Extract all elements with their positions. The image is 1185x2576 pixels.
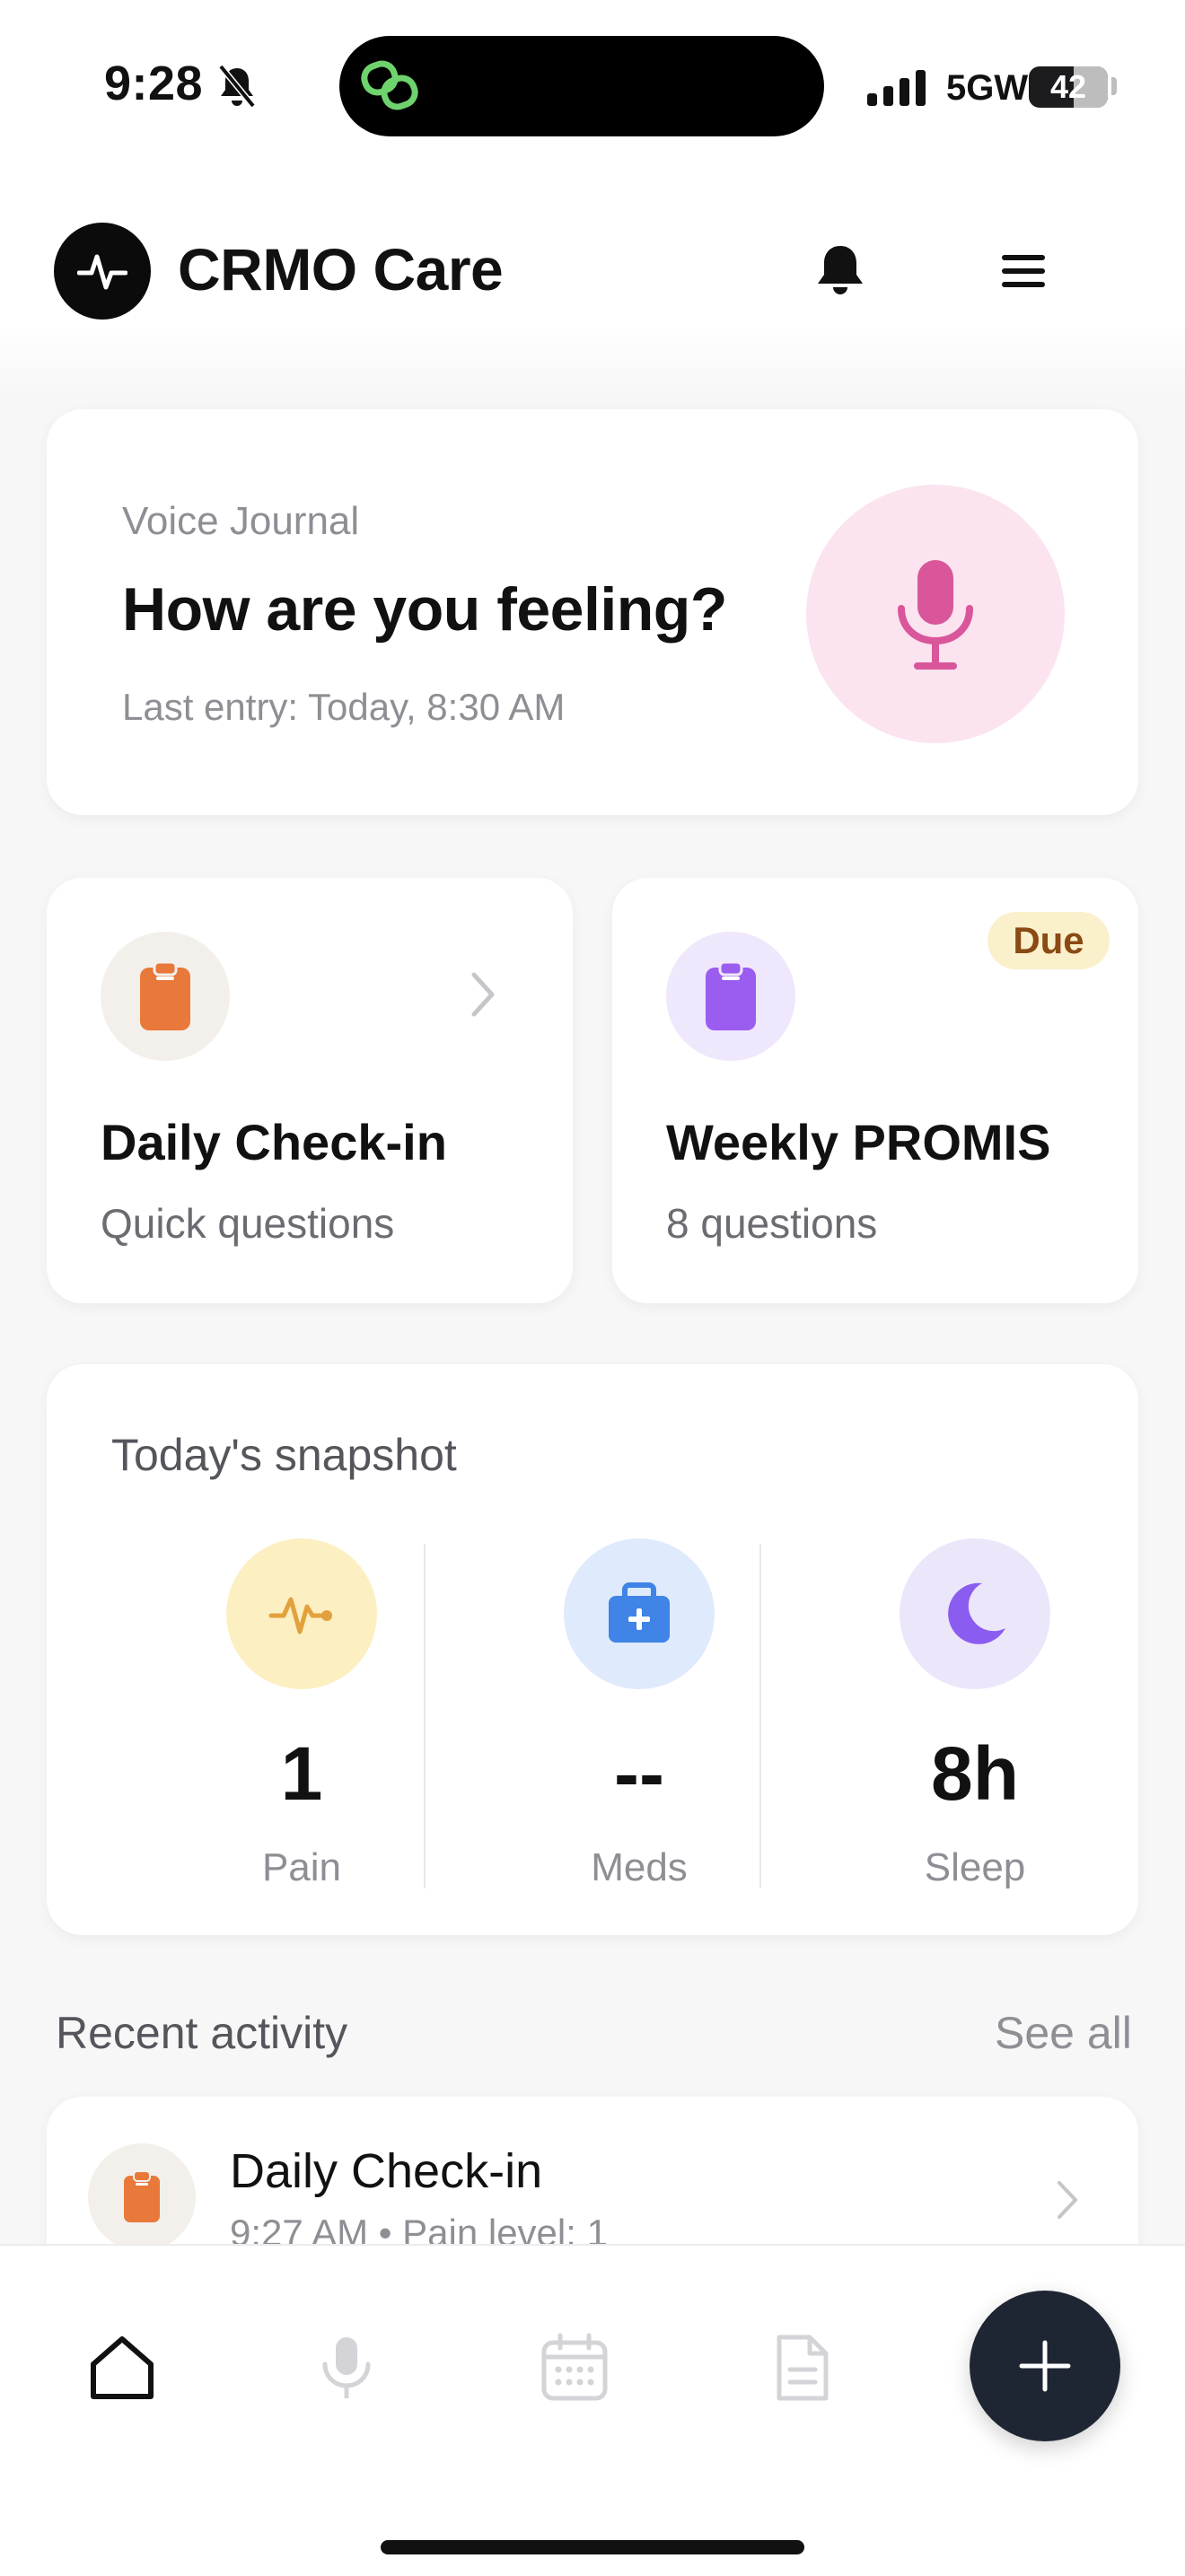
document-icon <box>777 2335 829 2401</box>
daily-checkin-card[interactable]: Daily Check-in Quick questions <box>47 878 573 1303</box>
chevron-right-icon <box>1058 2181 1077 2219</box>
medkit-icon-circle <box>564 1538 715 1689</box>
weekly-promis-card[interactable]: Due Weekly PROMIS 8 questions <box>612 878 1138 1303</box>
voice-journal-label: Voice Journal <box>122 499 360 543</box>
nav-home[interactable] <box>86 2332 158 2404</box>
promis-icon-circle <box>666 932 795 1061</box>
voice-journal-card[interactable]: Voice Journal How are you feeling? Last … <box>47 409 1138 815</box>
bell-off-icon <box>218 65 256 108</box>
clipboard-icon <box>140 960 190 1030</box>
signal-icon <box>867 70 926 106</box>
last-entry-text: Last entry: Today, 8:30 AM <box>122 686 566 728</box>
medkit-icon <box>609 1582 670 1643</box>
sleep-label: Sleep <box>924 1845 1026 1889</box>
pain-value: 1 <box>280 1731 323 1816</box>
battery-indicator: 42 <box>1029 66 1108 108</box>
recent-activity-title: Recent activity <box>56 2008 348 2058</box>
promis-title: Weekly PROMIS <box>666 1114 1051 1170</box>
meds-value: -- <box>614 1731 664 1816</box>
recent-item-name: Daily Check-in <box>230 2144 543 2198</box>
due-badge: Due <box>988 912 1110 969</box>
status-time: 9:28 <box>104 57 204 110</box>
promis-subtitle: 8 questions <box>666 1200 878 1247</box>
battery-level: 42 <box>1049 68 1087 105</box>
stat-meds[interactable]: -- Meds <box>460 1538 797 1897</box>
nav-documents[interactable] <box>767 2332 838 2404</box>
menu-icon[interactable] <box>998 250 1049 293</box>
sleep-value: 8h <box>930 1731 1020 1816</box>
microphone-icon <box>322 2337 371 2398</box>
meds-label: Meds <box>591 1845 688 1889</box>
nav-voice[interactable] <box>311 2332 382 2404</box>
dynamic-island <box>339 36 824 136</box>
checkin-title: Daily Check-in <box>101 1114 447 1170</box>
pulse-icon <box>77 254 127 290</box>
bottom-nav <box>0 2244 1185 2576</box>
chevron-right-icon <box>471 972 495 1017</box>
app-logo <box>54 223 151 320</box>
snapshot-card: Today's snapshot 1 Pain -- Meds 8h Sleep <box>47 1364 1138 1935</box>
moon-icon-circle <box>900 1538 1050 1689</box>
header-fade <box>0 323 1185 395</box>
nav-calendar[interactable] <box>539 2332 610 2404</box>
recent-icon-circle <box>88 2143 196 2251</box>
stat-pain[interactable]: 1 Pain <box>122 1538 460 1897</box>
link-icon <box>361 60 418 110</box>
clipboard-icon <box>124 2170 160 2222</box>
home-indicator[interactable] <box>381 2540 804 2554</box>
home-icon <box>91 2336 154 2399</box>
stat-sleep[interactable]: 8h Sleep <box>795 1538 1133 1897</box>
snapshot-title: Today's snapshot <box>111 1430 457 1480</box>
status-bar: 9:28 5GW 42 <box>0 0 1185 153</box>
moon-icon <box>948 1582 1005 1644</box>
stat-divider <box>759 1544 761 1888</box>
record-voice-button[interactable] <box>806 485 1065 743</box>
notification-bell-icon[interactable] <box>813 242 867 300</box>
plus-icon <box>1019 2340 1071 2392</box>
clipboard-icon <box>706 960 756 1030</box>
microphone-icon <box>898 560 973 670</box>
stat-divider <box>424 1544 426 1888</box>
network-label: 5GW <box>946 68 1029 108</box>
heartbeat-icon <box>268 1597 332 1634</box>
see-all-link[interactable]: See all <box>995 2007 1132 2059</box>
add-button[interactable] <box>970 2291 1120 2441</box>
app-title: CRMO Care <box>178 236 504 302</box>
calendar-icon <box>541 2333 608 2401</box>
pain-label: Pain <box>261 1845 342 1889</box>
voice-journal-title: How are you feeling? <box>122 575 727 644</box>
heartbeat-icon-circle <box>226 1538 377 1689</box>
checkin-subtitle: Quick questions <box>101 1200 395 1247</box>
checkin-icon-circle <box>101 932 230 1061</box>
battery-tip <box>1111 77 1117 95</box>
